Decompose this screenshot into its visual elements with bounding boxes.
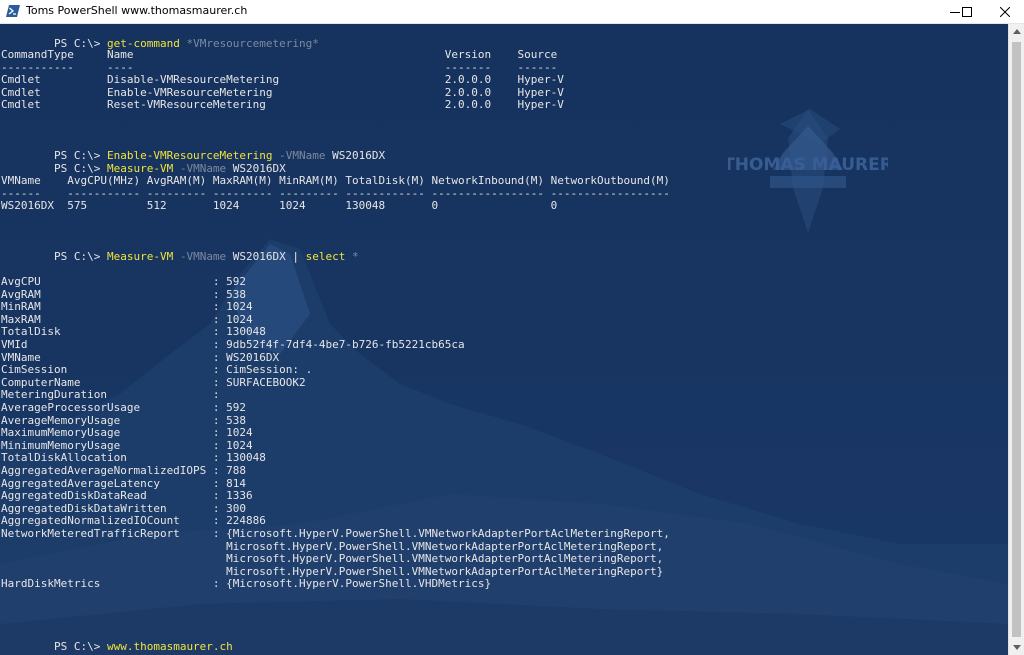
powershell-icon	[6, 5, 20, 17]
table-header: VMName AvgCPU(MHz) AvgRAM(M) MaxRAM(M) M…	[1, 174, 670, 187]
property-line: AverageProcessorUsage : 592	[1, 401, 247, 414]
property-line: AggregatedNormalizedIOCount : 224886	[1, 514, 266, 528]
close-button[interactable]	[985, 0, 1024, 23]
prompt-text: PS C:\>	[53, 250, 107, 263]
property-line: TotalDisk : 130048	[1, 325, 266, 339]
property-line: MeteringDuration :	[1, 388, 220, 402]
property-line: Microsoft.HyperV.PowerShell.VMNetworkAda…	[1, 564, 664, 578]
maximize-button[interactable]	[955, 0, 979, 23]
argument-text: WS2016DX	[325, 149, 386, 162]
property-line: AvgCPU : 592	[1, 275, 247, 288]
property-line: TotalDiskAllocation : 130048	[1, 451, 266, 465]
property-line: MaxRAM : 1024	[1, 312, 253, 326]
console-area[interactable]: THOMAS MAURER PS C:\> get-command *VMres…	[0, 24, 1008, 655]
property-line: AggregatedDiskDataRead : 1336	[1, 489, 253, 503]
table-header: CommandType Name Version Source	[1, 48, 558, 61]
argument-text: WS2016DX	[226, 250, 286, 263]
scrollbar-thumb[interactable]	[1012, 42, 1021, 637]
property-line: NetworkMeteredTrafficReport : {Microsoft…	[1, 527, 670, 540]
terminal-line: PS C:\> Enable-VMResourceMetering -VMNam…	[1, 136, 385, 162]
property-line: MinimumMemoryUsage : 1024	[1, 438, 253, 452]
property-line: AggregatedDiskDataWritten : 300	[1, 501, 247, 515]
command-text: Measure-VM	[106, 250, 174, 263]
property-line: HardDiskMetrics : {Microsoft.HyperV.Powe…	[1, 577, 492, 591]
table-row: Cmdlet Reset-VMResourceMetering 2.0.0.0 …	[1, 98, 564, 111]
property-line: ComputerName : SURFACEBOOK2	[1, 375, 306, 389]
terminal-line: PS C:\> Measure-VM -VMName WS2016DX	[1, 149, 286, 175]
table-row: WS2016DX 575 512 1024 1024 130048 0 0	[1, 199, 558, 212]
powershell-window: Toms PowerShell www.thomasmaurer.ch THOM…	[0, 0, 1024, 655]
property-line: Microsoft.HyperV.PowerShell.VMNetworkAda…	[1, 552, 664, 566]
prompt-text: PS C:\>	[53, 640, 107, 653]
command-text: www.thomasmaurer.ch	[106, 640, 233, 653]
property-line: MinRAM : 1024	[1, 300, 253, 314]
pipe-operator: |	[285, 250, 306, 263]
close-icon	[999, 6, 1010, 17]
property-line: VMName : WS2016DX	[1, 350, 280, 364]
property-line: Microsoft.HyperV.PowerShell.VMNetworkAda…	[1, 539, 664, 553]
parameter-text: -VMName	[173, 250, 227, 263]
property-line: MaximumMemoryUsage : 1024	[1, 426, 253, 440]
property-line: AggregatedAverageNormalizedIOPS : 788	[1, 464, 247, 477]
maximize-icon	[962, 6, 972, 17]
argument-text: *	[345, 250, 359, 263]
scroll-down-icon[interactable]	[1013, 645, 1021, 651]
table-row: Cmdlet Disable-VMResourceMetering 2.0.0.…	[1, 73, 564, 86]
command-text: select	[305, 250, 346, 263]
terminal-line: PS C:\> get-command *VMresourcemetering*	[1, 24, 319, 50]
title-bar[interactable]: Toms PowerShell www.thomasmaurer.ch	[0, 0, 1024, 24]
terminal-line: PS C:\> Measure-VM -VMName WS2016DX | se…	[1, 237, 359, 263]
terminal-line: PS C:\> www.thomasmaurer.ch	[1, 627, 233, 653]
property-line: AggregatedAverageLatency : 814	[1, 476, 247, 490]
terminal-output[interactable]: PS C:\> get-command *VMresourcemetering*…	[0, 24, 1008, 655]
scroll-up-icon[interactable]	[1013, 28, 1021, 34]
property-line: AvgRAM : 538	[1, 287, 247, 301]
property-line: CimSession : CimSession: .	[1, 363, 313, 377]
vertical-scrollbar[interactable]	[1008, 24, 1024, 655]
window-title: Toms PowerShell www.thomasmaurer.ch	[26, 4, 248, 17]
property-line: AverageMemoryUsage : 538	[1, 413, 247, 427]
property-line: VMId : 9db52f4f-7df4-4be7-b726-fb5221cb6…	[1, 338, 465, 351]
